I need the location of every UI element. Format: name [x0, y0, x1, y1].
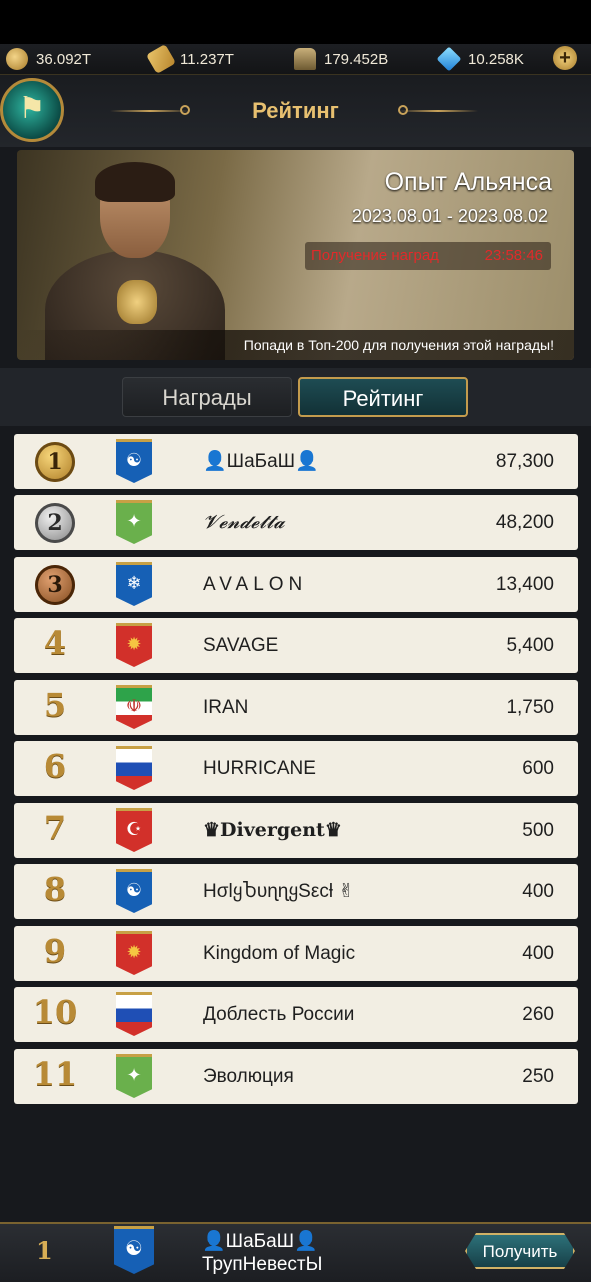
ranking-row[interactable]: 7 ☪ ♛Divergent♛ 500	[14, 803, 578, 858]
snowflake-banner-icon: ❄	[116, 562, 152, 606]
helmet-value: 179.452B	[324, 50, 389, 68]
event-title: Опыт Альянса	[384, 168, 552, 196]
alliance-score: 1,750	[506, 697, 554, 718]
resource-helmet[interactable]: 179.452B	[294, 48, 432, 70]
ranking-row[interactable]: 2 ✦ 𝓥𝓮𝓷𝓭𝓮𝓽𝓽𝓪 48,200	[14, 495, 578, 550]
event-dates: 2023.08.01 - 2023.08.02	[351, 206, 548, 226]
bronze-medal-icon: 3	[35, 565, 75, 605]
my-rank: 1	[36, 1236, 53, 1265]
reward-label: Получение наград	[311, 247, 439, 264]
alliance-name: Kingdom of Magic	[203, 943, 356, 964]
alliance-score: 87,300	[495, 451, 554, 472]
rank-number: 11	[32, 1055, 78, 1093]
grain-value: 11.237T	[180, 50, 234, 68]
rank-number: 4	[43, 624, 67, 662]
countdown: 23:58:46	[484, 247, 543, 264]
alliance-name: Эволюция	[203, 1066, 294, 1087]
ranking-row[interactable]: 8 ☯ HσlყႦυɳɳყSεcƚ ✌ 400	[14, 864, 578, 919]
tabs-panel	[0, 368, 591, 426]
ranking-row[interactable]: 4 ✹ SAVAGE 5,400	[14, 618, 578, 673]
tab-rewards[interactable]: Награды	[122, 377, 292, 417]
ranking-row[interactable]: 5 ☫ IRAN 1,750	[14, 680, 578, 735]
gem-icon	[436, 46, 462, 72]
status-bar	[0, 0, 591, 44]
rank-number: 9	[43, 932, 67, 970]
resource-bar: 36.092T 11.237T 179.452B 10.258K	[0, 43, 591, 75]
resource-grain[interactable]: 11.237T	[145, 43, 288, 75]
event-banner: Опыт Альянса 2023.08.01 - 2023.08.02 Пол…	[17, 150, 574, 360]
russia-flag-icon	[116, 746, 152, 790]
coin-icon	[6, 48, 28, 70]
alliance-name: IRAN	[203, 697, 249, 718]
yin-yang-banner-icon: ☯	[116, 869, 152, 913]
ranking-row[interactable]: 3 ❄ AVALON 13,400	[14, 557, 578, 612]
iran-flag-icon: ☫	[116, 685, 152, 729]
grain-icon	[145, 43, 177, 75]
gem-value: 10.258K	[468, 50, 524, 68]
ranking-row[interactable]: 9 ✹ Kingdom of Magic 400	[14, 926, 578, 981]
coin-value: 36.092T	[36, 50, 92, 68]
banner-footer: Попади в Топ-200 для получения этой нагр…	[17, 330, 574, 360]
alliance-name: 𝓥𝓮𝓷𝓭𝓮𝓽𝓽𝓪	[203, 511, 285, 533]
claim-button[interactable]: Получить	[465, 1233, 575, 1269]
yin-yang-banner-icon: ☯	[116, 439, 152, 483]
tab-rating[interactable]: Рейтинг	[298, 377, 468, 417]
alliance-name: SAVAGE	[203, 635, 279, 656]
my-alliance-name: 👤ШаБаШ👤	[202, 1231, 318, 1252]
yin-yang-banner-icon: ☯	[114, 1226, 154, 1274]
rank-number: 7	[43, 809, 67, 847]
alliance-score: 13,400	[495, 574, 554, 595]
russia-flag-icon	[116, 992, 152, 1036]
alliance-score: 400	[522, 881, 554, 902]
sun-banner-icon: ✹	[116, 931, 152, 975]
ranking-row[interactable]: 1 ☯ 👤ШаБаШ👤 87,300	[14, 434, 578, 489]
alliance-score: 600	[522, 758, 554, 779]
alliance-name: Доблесть России	[203, 1004, 355, 1025]
ranking-row[interactable]: 6 HURRICANE 600	[14, 741, 578, 796]
alliance-name: 👤ШаБаШ👤	[203, 451, 319, 472]
silver-medal-icon: 2	[35, 503, 75, 543]
alliance-name: HσlყႦυɳɳყSεcƚ ✌	[203, 881, 355, 902]
rank-number: 5	[43, 686, 67, 724]
add-resource-button[interactable]: +	[553, 46, 577, 70]
page-title: Рейтинг	[252, 98, 339, 123]
alliance-score: 5,400	[506, 635, 554, 656]
helmet-icon	[294, 48, 316, 70]
rank-number: 8	[43, 870, 67, 908]
alliance-score: 48,200	[495, 512, 554, 533]
alliance-score: 250	[522, 1066, 554, 1087]
eagle-banner-icon: ✦	[116, 1054, 152, 1098]
alliance-score: 260	[522, 1004, 554, 1025]
sun-banner-icon: ✹	[116, 623, 152, 667]
alliance-name: AVALON	[203, 574, 308, 595]
alliance-score: 400	[522, 943, 554, 964]
resource-coin[interactable]: 36.092T	[6, 48, 144, 70]
my-player-name: ТрупНевестЫ	[202, 1254, 323, 1275]
gold-medal-icon: 1	[35, 442, 75, 482]
alliance-name: HURRICANE	[203, 758, 316, 779]
ranking-row[interactable]: 10 Доблесть России 260	[14, 987, 578, 1042]
turkey-flag-icon: ☪	[116, 808, 152, 852]
rank-number: 10	[32, 993, 78, 1031]
alliance-name: ♛Divergent♛	[203, 819, 342, 841]
alliance-score: 500	[522, 820, 554, 841]
rank-number: 6	[43, 747, 67, 785]
ranking-row[interactable]: 11 ✦ Эволюция 250	[14, 1049, 578, 1104]
reward-timer: Получение наград 23:58:46	[305, 242, 551, 270]
eagle-banner-icon: ✦	[116, 500, 152, 544]
